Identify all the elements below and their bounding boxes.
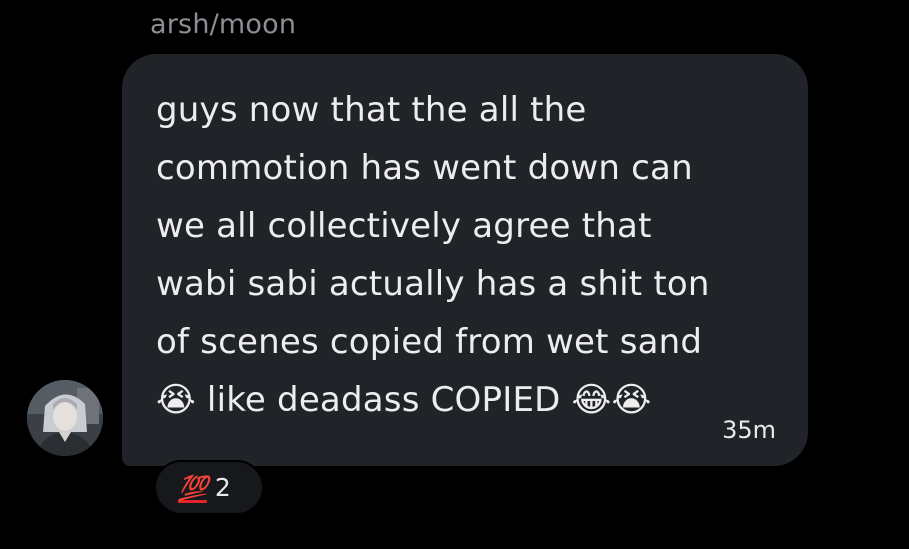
hundred-points-icon: 💯 — [178, 473, 208, 502]
reaction-pill[interactable]: 💯 2 — [154, 460, 264, 515]
avatar-image — [27, 380, 103, 456]
message-bubble[interactable]: guys now that the all the commotion has … — [122, 54, 808, 466]
reaction-count: 2 — [214, 473, 231, 502]
sender-name: arsh/moon — [150, 9, 297, 40]
message-timestamp: 35m — [722, 416, 776, 444]
avatar[interactable] — [27, 380, 103, 456]
message-text: guys now that the all the commotion has … — [156, 90, 710, 420]
